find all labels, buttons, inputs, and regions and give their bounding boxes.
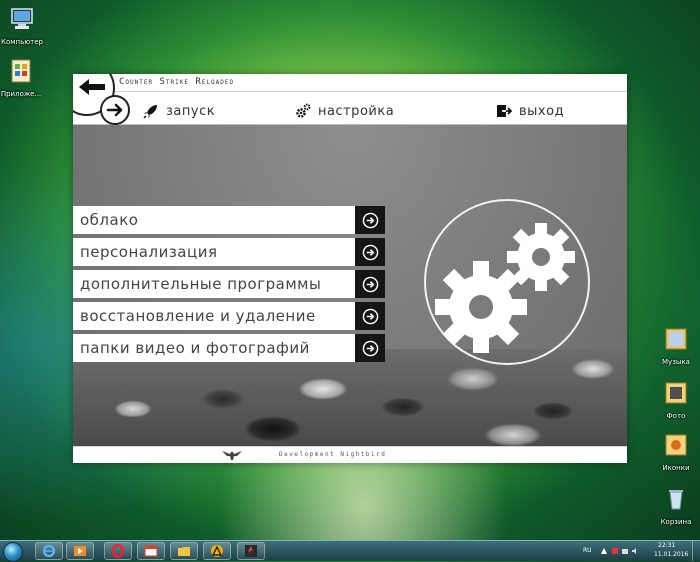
desktop-icon-apps[interactable]: Приложе... <box>0 58 51 98</box>
nav-settings[interactable]: настройка <box>295 101 394 121</box>
show-hidden-icons-icon[interactable] <box>601 548 607 554</box>
circle-arrow-right-icon <box>362 276 378 292</box>
taskbar-ie[interactable] <box>35 542 63 560</box>
start-button[interactable] <box>3 542 23 562</box>
computer-icon <box>11 8 33 29</box>
desktop-icon-computer[interactable]: Компьютер <box>0 6 52 46</box>
action-center-icon[interactable] <box>612 548 618 554</box>
desktop-icon-recycle-bin[interactable]: Корзина <box>646 486 700 526</box>
language-indicator[interactable]: RU <box>583 547 592 554</box>
tray-icons[interactable] <box>600 546 640 556</box>
menu-go-button[interactable] <box>355 334 385 362</box>
nav-launch-label: запуск <box>166 103 216 119</box>
menu-go-button[interactable] <box>355 270 385 298</box>
top-bar: Counter Strike Reloaded запуск настройка… <box>73 74 627 125</box>
folder-icon <box>665 434 687 456</box>
taskbar-app[interactable] <box>137 542 165 560</box>
taskbar-launcher[interactable] <box>203 542 231 560</box>
folder-icon <box>665 328 687 350</box>
eagle-logo-icon <box>222 451 242 460</box>
menu-item-restore-remove[interactable]: восстановление и удаление <box>73 302 385 330</box>
menu-item-label: облако <box>73 206 355 234</box>
clock-date[interactable]: 11.01.2016 <box>654 551 688 558</box>
forward-button[interactable] <box>100 95 130 125</box>
circle-arrow-right-icon <box>362 308 378 324</box>
exit-icon <box>497 105 512 117</box>
app-window: Counter Strike Reloaded запуск настройка… <box>73 74 627 463</box>
menu-item-video-photo-folders[interactable]: папки видео и фотографий <box>73 334 385 362</box>
nav-exit[interactable]: выход <box>496 101 564 121</box>
menu-item-label: восстановление и удаление <box>73 302 355 330</box>
menu-item-personalization[interactable]: персонализация <box>73 238 385 266</box>
app-window-icon <box>144 545 158 557</box>
media-player-icon <box>74 546 86 556</box>
menu-go-button[interactable] <box>355 302 385 330</box>
taskbar-opera[interactable] <box>104 542 132 560</box>
clock-time[interactable]: 22:31 <box>658 542 675 549</box>
arrow-left-icon <box>79 79 105 95</box>
apps-folder-icon <box>11 59 31 83</box>
gears-illustration-icon <box>435 223 575 353</box>
desktop-icon-label: Корзина <box>660 518 692 526</box>
launcher-icon <box>211 545 223 557</box>
app-title: Counter Strike Reloaded <box>119 77 235 87</box>
desktop-icon-music[interactable]: Музыка <box>646 326 700 366</box>
desktop-icon-label: Фото <box>666 412 686 420</box>
menu-item-label: персонализация <box>73 238 355 266</box>
nav-settings-label: настройка <box>318 103 395 119</box>
menu-item-label: папки видео и фотографий <box>73 334 355 362</box>
desktop-icon-label: Иконки <box>662 464 690 472</box>
desktop-icon-label: Компьютер <box>1 38 43 46</box>
menu-item-additional-programs[interactable]: дополнительные программы <box>73 270 385 298</box>
folder-icon <box>178 547 190 556</box>
circle-arrow-right-icon <box>362 340 378 356</box>
folder-icon <box>665 382 687 404</box>
menu-item-label: дополнительные программы <box>73 270 355 298</box>
circle-arrow-right-icon <box>362 244 378 260</box>
desktop-icon-icons[interactable]: Иконки <box>646 432 700 472</box>
menu-go-button[interactable] <box>355 238 385 266</box>
rocket-icon <box>143 105 157 119</box>
show-desktop-button[interactable] <box>692 541 700 561</box>
internet-explorer-icon <box>42 544 56 558</box>
footer-bar: Development Nightbird <box>73 446 627 463</box>
recycle-bin-icon <box>669 490 683 510</box>
arrow-right-icon <box>106 103 123 117</box>
gears-icon <box>296 103 311 118</box>
desktop-icon-label: Приложе... <box>0 90 42 98</box>
footer-credit: Development Nightbird <box>279 451 387 458</box>
taskbar-media[interactable] <box>66 542 94 560</box>
network-icon[interactable] <box>622 549 628 554</box>
counter-strike-icon <box>245 545 257 557</box>
nav-launch[interactable]: запуск <box>143 101 215 121</box>
opera-icon <box>111 544 125 558</box>
taskbar-cs-reloaded[interactable] <box>237 542 265 560</box>
menu-go-button[interactable] <box>355 206 385 234</box>
desktop-icon-label: Музыка <box>662 358 690 366</box>
taskbar-explorer[interactable] <box>170 542 198 560</box>
volume-icon[interactable] <box>632 548 636 554</box>
menu-item-cloud[interactable]: облако <box>73 206 385 234</box>
taskbar: RU 22:31 11.01.2016 <box>0 540 700 562</box>
nav-exit-label: выход <box>519 103 565 119</box>
circle-arrow-right-icon <box>362 212 378 228</box>
desktop-icon-photo[interactable]: Фото <box>646 380 700 420</box>
